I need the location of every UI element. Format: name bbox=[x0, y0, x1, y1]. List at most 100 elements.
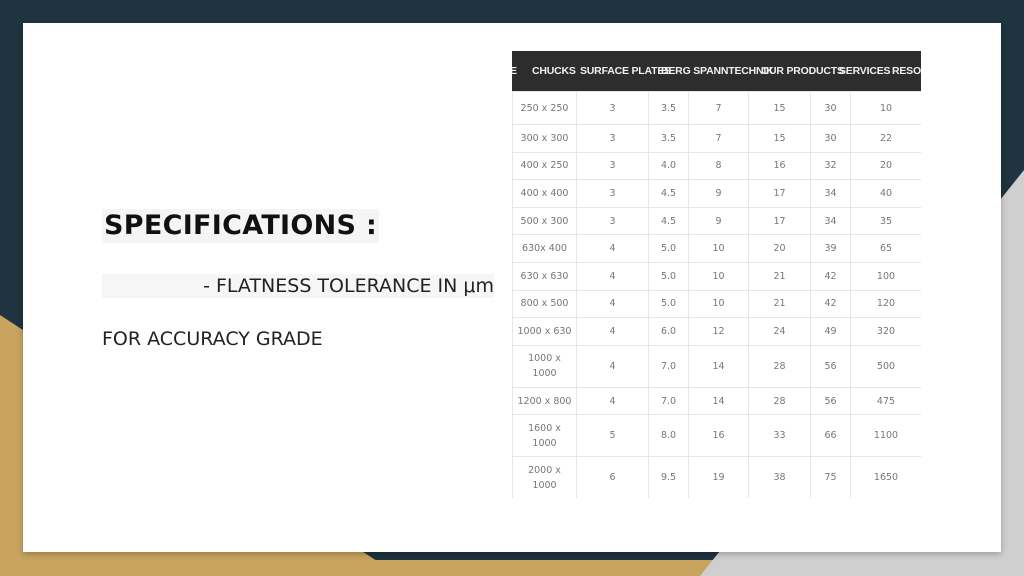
tolerance-cell: 14 bbox=[688, 344, 749, 388]
tolerance-cell: 475 bbox=[850, 386, 921, 416]
tolerance-cell: 3 bbox=[576, 124, 649, 153]
tolerance-cell: 20 bbox=[850, 151, 921, 181]
tolerance-cell: 3 bbox=[576, 151, 649, 181]
tolerance-cell: 320 bbox=[850, 317, 921, 346]
tolerance-cell: 4.5 bbox=[648, 179, 689, 208]
tolerance-cell: 21 bbox=[748, 261, 811, 291]
tolerance-cell: 1100 bbox=[850, 414, 921, 458]
tolerance-cell: 5.0 bbox=[648, 234, 689, 263]
flatness-table: 250 x 250 3 3.5 7 15 30 10 300 x 300 3 3.5 7 15 30 22… bbox=[512, 91, 921, 498]
size-cell: 400 x 400 bbox=[512, 179, 577, 208]
tolerance-cell: 4 bbox=[576, 344, 649, 388]
size-cell: 1200 x 800 bbox=[512, 386, 577, 416]
tolerance-cell: 7 bbox=[688, 124, 749, 153]
size-cell: 630x 400 bbox=[512, 234, 577, 263]
tolerance-cell: 9 bbox=[688, 179, 749, 208]
tolerance-cell: 17 bbox=[748, 206, 811, 236]
nav-item-home-fragment[interactable]: E bbox=[512, 51, 517, 91]
tolerance-cell: 30 bbox=[810, 91, 851, 125]
tolerance-cell: 7.0 bbox=[648, 344, 689, 388]
nav-item-surface-plates[interactable]: SURFACE PLATES bbox=[580, 51, 671, 91]
tolerance-cell: 120 bbox=[850, 289, 921, 319]
tolerance-cell: 4 bbox=[576, 386, 649, 416]
tolerance-cell: 8.0 bbox=[648, 414, 689, 458]
tolerance-cell: 6.0 bbox=[648, 317, 689, 346]
table-row: 400 x 400 3 4.5 9 17 34 40 bbox=[512, 179, 921, 208]
nav-item-resources-fragment[interactable]: RESOU bbox=[892, 51, 921, 91]
tolerance-cell: 33 bbox=[748, 414, 811, 458]
specifications-table-image: E CHUCKS SURFACE PLATES BERG SPANNTECHNI… bbox=[512, 51, 921, 498]
nav-item-berg-spanntechnik[interactable]: BERG SPANNTECHNIK bbox=[661, 51, 774, 91]
tolerance-cell: 10 bbox=[688, 234, 749, 263]
nav-item-our-products[interactable]: OUR PRODUCTS bbox=[761, 51, 844, 91]
size-cell: 1000 x 630 bbox=[512, 317, 577, 346]
tolerance-cell: 35 bbox=[850, 206, 921, 236]
tolerance-cell: 9 bbox=[688, 206, 749, 236]
table-row: 630x 400 4 5.0 10 20 39 65 bbox=[512, 234, 921, 263]
slide-title: SPECIFICATIONS : bbox=[102, 209, 380, 243]
tolerance-cell: 3 bbox=[576, 206, 649, 236]
tolerance-cell: 65 bbox=[850, 234, 921, 263]
tolerance-cell: 34 bbox=[810, 206, 851, 236]
table-row: 1600 x 1000 5 8.0 16 33 66 1100 bbox=[512, 414, 921, 458]
size-cell: 1000 x 1000 bbox=[512, 344, 577, 388]
table-row: 800 x 500 4 5.0 10 21 42 120 bbox=[512, 289, 921, 319]
nav-item-services[interactable]: SERVICES bbox=[839, 51, 891, 91]
table-row: 400 x 250 3 4.0 8 16 32 20 bbox=[512, 151, 921, 181]
tolerance-cell: 4 bbox=[576, 317, 649, 346]
tolerance-cell: 42 bbox=[810, 261, 851, 291]
table-row: 1000 x 1000 4 7.0 14 28 56 500 bbox=[512, 344, 921, 388]
tolerance-cell: 39 bbox=[810, 234, 851, 263]
tolerance-cell: 10 bbox=[688, 289, 749, 319]
tolerance-cell: 19 bbox=[688, 456, 749, 498]
tolerance-cell: 500 bbox=[850, 344, 921, 388]
size-cell: 500 x 300 bbox=[512, 206, 577, 236]
tolerance-cell: 66 bbox=[810, 414, 851, 458]
tolerance-cell: 17 bbox=[748, 179, 811, 208]
tolerance-cell: 42 bbox=[810, 289, 851, 319]
tolerance-cell: 3 bbox=[576, 179, 649, 208]
tolerance-cell: 56 bbox=[810, 386, 851, 416]
tolerance-cell: 10 bbox=[850, 91, 921, 125]
tolerance-cell: 4.0 bbox=[648, 151, 689, 181]
tolerance-cell: 7.0 bbox=[648, 386, 689, 416]
table-row: 2000 x 1000 6 9.5 19 38 75 1650 bbox=[512, 456, 921, 498]
tolerance-cell: 7 bbox=[688, 91, 749, 125]
tolerance-cell: 5 bbox=[576, 414, 649, 458]
tolerance-cell: 16 bbox=[688, 414, 749, 458]
tolerance-cell: 16 bbox=[748, 151, 811, 181]
tolerance-cell: 1650 bbox=[850, 456, 921, 498]
tolerance-cell: 38 bbox=[748, 456, 811, 498]
tolerance-cell: 49 bbox=[810, 317, 851, 346]
tolerance-cell: 8 bbox=[688, 151, 749, 181]
tolerance-cell: 9.5 bbox=[648, 456, 689, 498]
tolerance-cell: 5.0 bbox=[648, 261, 689, 291]
tolerance-cell: 56 bbox=[810, 344, 851, 388]
website-nav-bar: E CHUCKS SURFACE PLATES BERG SPANNTECHNI… bbox=[512, 51, 921, 91]
tolerance-cell: 15 bbox=[748, 91, 811, 125]
tolerance-cell: 4.5 bbox=[648, 206, 689, 236]
size-cell: 250 x 250 bbox=[512, 91, 577, 125]
tolerance-cell: 5.0 bbox=[648, 289, 689, 319]
slide: SPECIFICATIONS : - FLATNESS TOLERANCE IN… bbox=[23, 23, 1001, 552]
tolerance-cell: 28 bbox=[748, 344, 811, 388]
table-row: 500 x 300 3 4.5 9 17 34 35 bbox=[512, 206, 921, 236]
tolerance-cell: 75 bbox=[810, 456, 851, 498]
table-row: 250 x 250 3 3.5 7 15 30 10 bbox=[512, 91, 921, 125]
tolerance-cell: 4 bbox=[576, 261, 649, 291]
tolerance-cell: 4 bbox=[576, 289, 649, 319]
tolerance-cell: 6 bbox=[576, 456, 649, 498]
nav-item-chucks[interactable]: CHUCKS bbox=[532, 51, 576, 91]
table-row: 1000 x 630 4 6.0 12 24 49 320 bbox=[512, 317, 921, 346]
size-cell: 400 x 250 bbox=[512, 151, 577, 181]
table-row: 1200 x 800 4 7.0 14 28 56 475 bbox=[512, 386, 921, 416]
tolerance-cell: 40 bbox=[850, 179, 921, 208]
tolerance-cell: 3.5 bbox=[648, 91, 689, 125]
tolerance-cell: 22 bbox=[850, 124, 921, 153]
table-row: 630 x 630 4 5.0 10 21 42 100 bbox=[512, 261, 921, 291]
tolerance-cell: 30 bbox=[810, 124, 851, 153]
tolerance-cell: 21 bbox=[748, 289, 811, 319]
tolerance-cell: 24 bbox=[748, 317, 811, 346]
size-cell: 630 x 630 bbox=[512, 261, 577, 291]
size-cell: 1600 x 1000 bbox=[512, 414, 577, 458]
